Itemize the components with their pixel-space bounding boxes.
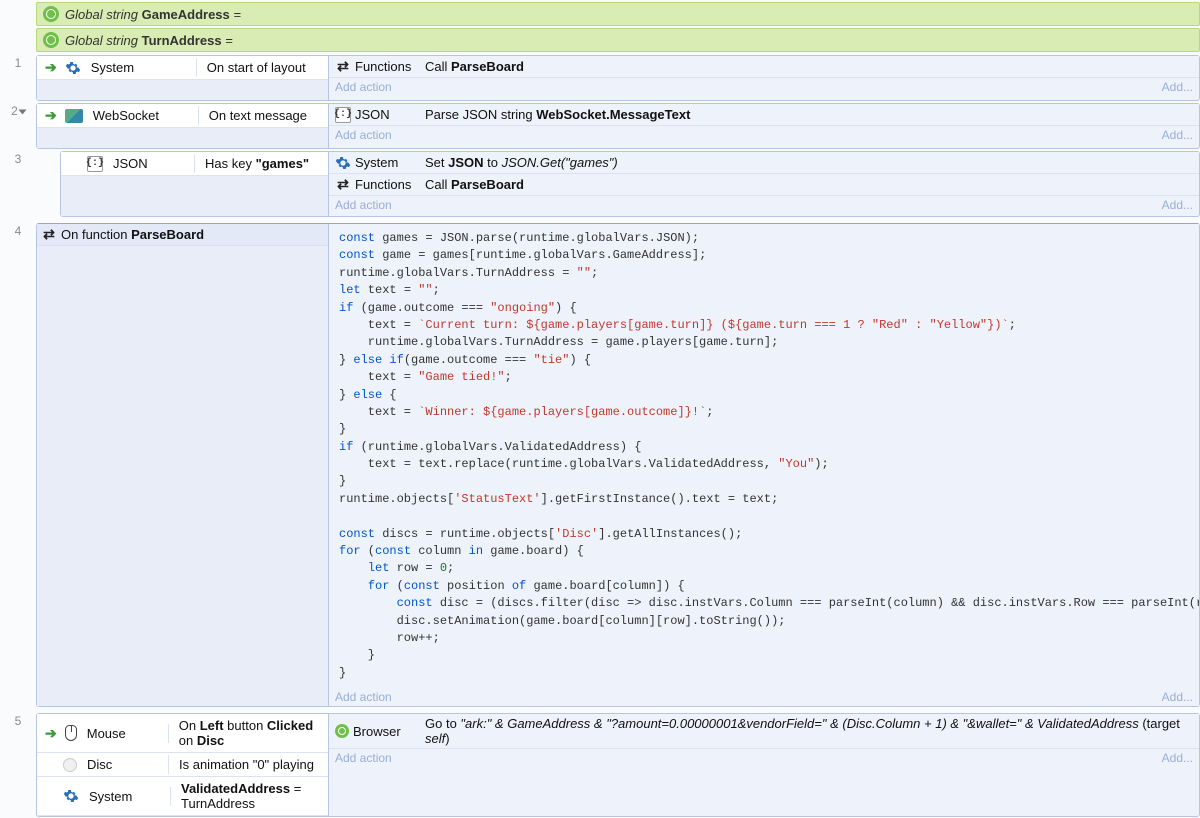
action-row[interactable]: ⇄ Functions Call ParseBoard — [329, 56, 1199, 78]
event-number: 1 — [0, 54, 36, 102]
gear-icon — [335, 155, 351, 171]
add-link[interactable]: Add... — [1162, 690, 1193, 704]
add-action-link[interactable]: Add action — [335, 128, 392, 142]
condition-object[interactable]: Mouse — [81, 724, 169, 743]
condition-object[interactable]: System — [83, 787, 171, 806]
add-action-link[interactable]: Add action — [335, 80, 392, 94]
condition-text[interactable]: On function ParseBoard — [61, 227, 204, 242]
condition-param[interactable]: Has key "games" — [199, 154, 324, 173]
condition-param[interactable]: Is animation "0" playing — [173, 755, 324, 774]
global-var-text: Global string TurnAddress = — [65, 33, 233, 48]
action-row[interactable]: Browser Go to "ark:" & GameAddress & "?a… — [329, 714, 1199, 749]
event-number: 4 — [0, 222, 36, 708]
functions-icon: ⇄ — [41, 227, 57, 243]
add-link[interactable]: Add... — [1162, 80, 1193, 94]
globe-icon — [43, 32, 59, 48]
websocket-icon — [65, 109, 83, 123]
add-action-link[interactable]: Add action — [335, 751, 392, 765]
event-block[interactable]: ➔ WebSocket On text message {:} JSON Par… — [36, 103, 1200, 149]
condition-object[interactable]: WebSocket — [87, 106, 199, 125]
event-block[interactable]: ➔ Mouse On Left button Clicked on Disc D… — [36, 713, 1200, 817]
action-row[interactable]: System Set JSON to JSON.Get("games") — [329, 152, 1199, 174]
condition-param[interactable]: On text message — [203, 106, 324, 125]
action-text: Set JSON to JSON.Get("games") — [425, 155, 1193, 170]
trigger-arrow-icon: ➔ — [45, 725, 57, 742]
event-sheet: Global string GameAddress = Global strin… — [0, 2, 1200, 818]
json-icon: {:} — [87, 156, 103, 172]
disc-icon — [63, 758, 77, 772]
json-icon: {:} — [335, 107, 351, 123]
globe-icon — [43, 6, 59, 22]
expand-caret-icon[interactable] — [18, 110, 26, 115]
event-number: 5 — [0, 712, 36, 818]
condition-param[interactable]: On start of layout — [201, 58, 324, 77]
condition-param[interactable]: On Left button Clicked on Disc — [173, 716, 324, 750]
add-action-link[interactable]: Add action — [335, 198, 392, 212]
trigger-arrow-icon: ➔ — [45, 107, 57, 124]
trigger-arrow-icon: ➔ — [45, 59, 57, 76]
add-action-link[interactable]: Add action — [335, 690, 392, 704]
add-link[interactable]: Add... — [1162, 128, 1193, 142]
add-link[interactable]: Add... — [1162, 751, 1193, 765]
condition-object[interactable]: Disc — [81, 755, 169, 774]
global-var-row[interactable]: Global string GameAddress = — [36, 2, 1200, 26]
global-var-row[interactable]: Global string TurnAddress = — [36, 28, 1200, 52]
functions-icon: ⇄ — [335, 59, 351, 75]
gear-icon — [65, 60, 81, 76]
mouse-icon — [65, 725, 77, 741]
global-var-text: Global string GameAddress = — [65, 7, 241, 22]
event-number: 3 — [0, 150, 36, 218]
condition-object[interactable]: JSON — [107, 154, 195, 173]
action-row[interactable]: {:} JSON Parse JSON string WebSocket.Mes… — [329, 104, 1199, 126]
action-row[interactable]: ⇄ Functions Call ParseBoard — [329, 174, 1199, 196]
condition-param[interactable]: ValidatedAddress = TurnAddress — [175, 779, 324, 813]
add-link[interactable]: Add... — [1162, 198, 1193, 212]
event-block[interactable]: {:} JSON Has key "games" System Set JSON… — [60, 151, 1200, 217]
condition-object[interactable]: System — [85, 58, 197, 77]
script-block[interactable]: const games = JSON.parse(runtime.globalV… — [329, 224, 1199, 688]
event-block[interactable]: ⇄ On function ParseBoard const games = J… — [36, 223, 1200, 707]
event-number: 2 — [0, 102, 36, 150]
functions-icon: ⇄ — [335, 177, 351, 193]
event-block[interactable]: ➔ System On start of layout ⇄ Functions … — [36, 55, 1200, 101]
globe-icon — [335, 724, 349, 738]
gear-icon — [63, 788, 79, 804]
